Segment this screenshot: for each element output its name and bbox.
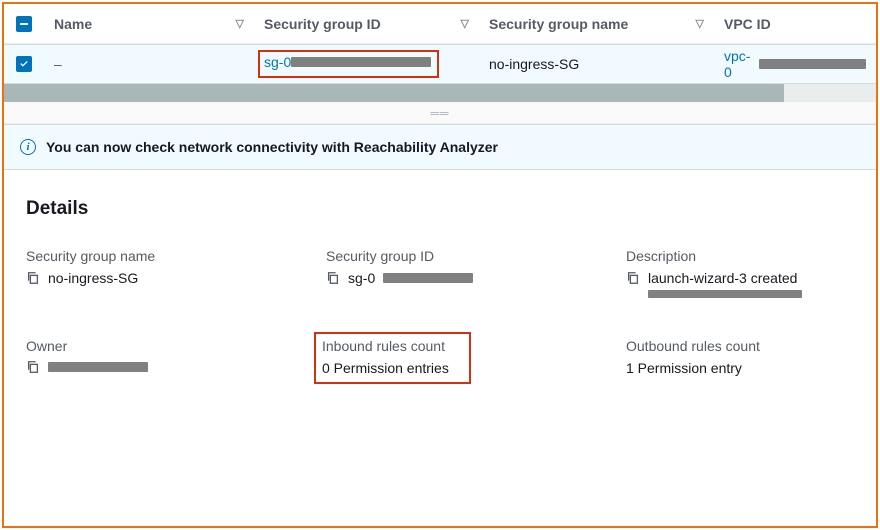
sg-id-link[interactable]: sg-0 bbox=[264, 54, 291, 70]
redacted-text bbox=[648, 290, 802, 298]
copy-icon[interactable] bbox=[626, 271, 640, 285]
column-label: Security group ID bbox=[264, 16, 381, 32]
column-label: Security group name bbox=[489, 16, 628, 32]
row-checkbox[interactable] bbox=[16, 56, 32, 72]
field-sg-name: Security group name no-ingress-SG bbox=[26, 248, 316, 298]
field-value: launch-wizard-3 created bbox=[648, 270, 797, 286]
highlight-inbound: Inbound rules count 0 Permission entries bbox=[314, 332, 471, 384]
column-header-sg-name[interactable]: Security group name ▽ bbox=[479, 16, 714, 32]
field-value: 1 Permission entry bbox=[626, 360, 742, 376]
table-header: Name ▽ Security group ID ▽ Security grou… bbox=[4, 4, 876, 44]
highlight-sg-id: sg-0 bbox=[258, 50, 439, 78]
copy-icon[interactable] bbox=[26, 271, 40, 285]
info-icon: i bbox=[20, 139, 36, 155]
field-description: Description launch-wizard-3 created bbox=[626, 248, 854, 298]
sort-icon[interactable]: ▽ bbox=[236, 17, 244, 30]
column-header-sg-id[interactable]: Security group ID ▽ bbox=[254, 16, 479, 32]
info-banner-text: You can now check network connectivity w… bbox=[46, 139, 498, 155]
redacted-text bbox=[759, 59, 866, 69]
column-label: VPC ID bbox=[724, 16, 771, 32]
field-label: Owner bbox=[26, 338, 316, 354]
vpc-id-link[interactable]: vpc-0 bbox=[724, 48, 757, 80]
info-banner: i You can now check network connectivity… bbox=[4, 124, 876, 170]
details-title: Details bbox=[26, 198, 854, 220]
cell-sg-name: no-ingress-SG bbox=[479, 56, 714, 72]
redacted-text bbox=[291, 57, 431, 67]
redacted-text bbox=[48, 362, 148, 372]
select-all-checkbox[interactable] bbox=[16, 16, 32, 32]
field-owner: Owner bbox=[26, 338, 316, 378]
redacted-text bbox=[383, 273, 473, 283]
table-row[interactable]: – sg-0 no-ingress-SG vpc-0 bbox=[4, 44, 876, 84]
column-label: Name bbox=[54, 16, 92, 32]
copy-icon[interactable] bbox=[26, 360, 40, 374]
field-label: Outbound rules count bbox=[626, 338, 854, 354]
details-panel: Details Security group name no-ingress-S… bbox=[4, 170, 876, 396]
scrollbar-thumb[interactable] bbox=[4, 84, 784, 102]
copy-icon[interactable] bbox=[326, 271, 340, 285]
column-header-name[interactable]: Name ▽ bbox=[44, 16, 254, 32]
field-value: 0 Permission entries bbox=[322, 360, 449, 376]
field-inbound-rules: Inbound rules count 0 Permission entries bbox=[326, 338, 616, 378]
cell-name: – bbox=[44, 56, 254, 72]
sort-icon[interactable]: ▽ bbox=[696, 17, 704, 30]
sort-icon[interactable]: ▽ bbox=[461, 17, 469, 30]
field-label: Description bbox=[626, 248, 854, 264]
field-outbound-rules: Outbound rules count 1 Permission entry bbox=[626, 338, 854, 378]
field-sg-id: Security group ID sg-0 bbox=[326, 248, 616, 298]
field-value: no-ingress-SG bbox=[48, 270, 138, 286]
field-label: Inbound rules count bbox=[322, 338, 449, 354]
column-header-vpc-id[interactable]: VPC ID bbox=[714, 16, 876, 32]
panel-resize-handle[interactable]: ══ bbox=[4, 102, 876, 124]
horizontal-scrollbar[interactable] bbox=[4, 84, 876, 102]
field-value: sg-0 bbox=[348, 270, 375, 286]
field-label: Security group name bbox=[26, 248, 316, 264]
field-label: Security group ID bbox=[326, 248, 616, 264]
